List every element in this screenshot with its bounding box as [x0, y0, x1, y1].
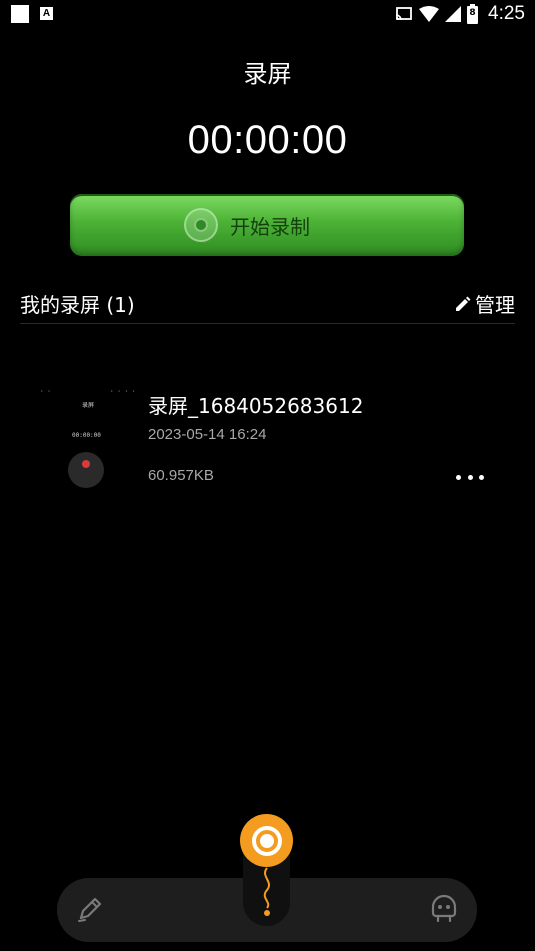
- page-title: 录屏: [243, 60, 292, 88]
- status-icons: 8 4:25: [395, 3, 525, 25]
- fab-tail-decoration: [263, 867, 270, 916]
- battery-level: 8: [469, 8, 476, 18]
- clock: 4:25: [488, 3, 525, 24]
- signal-icon: [445, 6, 462, 22]
- status-bar: A 8 4:25: [0, 0, 535, 28]
- manage-label: 管理: [475, 293, 515, 317]
- cast-icon: [395, 7, 412, 21]
- recording-list-item[interactable]: · · · · · · 录屏 00:00:00 录屏_1684052683612…: [30, 380, 510, 500]
- recording-thumbnail[interactable]: · · · · · · 录屏 00:00:00: [30, 380, 138, 490]
- battery-icon: 8: [467, 4, 479, 24]
- notification-a-icon: A: [40, 7, 53, 20]
- recordings-header: 我的录屏 (1) 管理: [20, 287, 515, 324]
- robot-face-icon[interactable]: [427, 892, 461, 926]
- wifi-icon: [419, 6, 440, 22]
- more-dots-icon[interactable]: [456, 472, 484, 482]
- recording-name: 录屏_1684052683612: [148, 394, 364, 418]
- start-recording-label: 开始录制: [230, 214, 310, 239]
- notification-square-icon: [11, 5, 29, 23]
- record-fab-icon[interactable]: [240, 814, 293, 867]
- recordings-title: 我的录屏 (1): [20, 293, 135, 317]
- recording-size: 60.957KB: [148, 467, 214, 484]
- recording-date: 2023-05-14 16:24: [148, 426, 267, 443]
- pencil-icon: [456, 296, 471, 311]
- edit-brush-icon[interactable]: [73, 892, 107, 926]
- record-target-icon: [184, 208, 218, 242]
- manage-button[interactable]: 管理: [454, 289, 515, 318]
- recording-timer: 00:00:00: [187, 118, 348, 162]
- start-recording-button[interactable]: 开始录制: [70, 194, 464, 256]
